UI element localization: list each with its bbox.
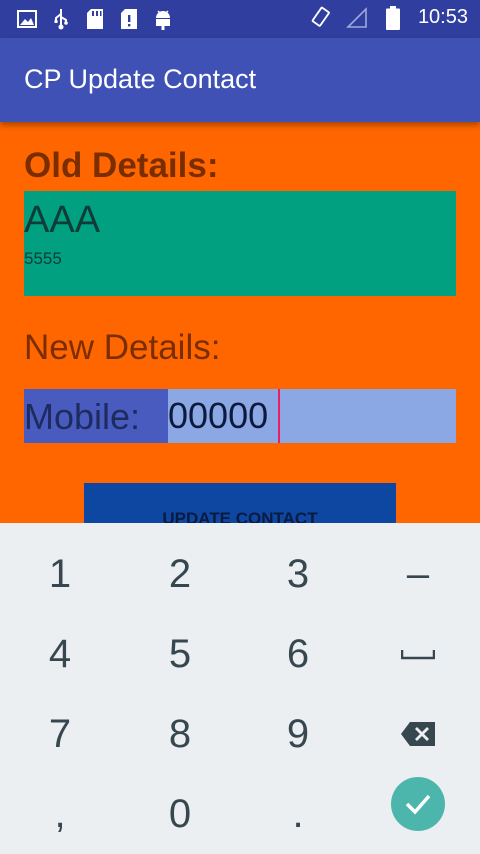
- key-2[interactable]: 2: [120, 534, 240, 614]
- key-3[interactable]: 3: [238, 534, 358, 614]
- status-notification-icons: [16, 8, 174, 30]
- key-1[interactable]: 1: [0, 534, 120, 614]
- mobile-label: Mobile:: [24, 396, 141, 437]
- signal-icon: [346, 6, 368, 29]
- rotate-icon: [310, 6, 332, 29]
- key-6[interactable]: 6: [238, 614, 358, 694]
- android-debug-icon: [152, 8, 174, 30]
- text-cursor: [278, 389, 280, 443]
- app-bar: CP Update Contact: [0, 38, 480, 122]
- old-contact-number: 5555: [24, 249, 62, 268]
- key-0[interactable]: 0: [120, 774, 240, 854]
- key-8[interactable]: 8: [120, 694, 240, 774]
- key-4[interactable]: 4: [0, 614, 120, 694]
- backspace-icon: [401, 722, 435, 746]
- key-5[interactable]: 5: [120, 614, 240, 694]
- sd-card-warning-icon: [118, 8, 140, 30]
- content-area: Old Details: AAA 5555 New Details: Mobil…: [0, 122, 480, 543]
- image-icon: [16, 8, 38, 30]
- key-done[interactable]: [358, 764, 478, 844]
- numeric-keyboard: 1 2 3 – 4 5 6 7 8 9 , 0 .: [0, 523, 480, 854]
- status-bar: 10:53: [0, 0, 480, 38]
- status-system-icons: 10:53: [310, 5, 468, 30]
- mobile-input[interactable]: [168, 389, 448, 443]
- new-details-heading: New Details:: [24, 328, 221, 367]
- space-icon: [401, 650, 435, 660]
- status-time: 10:53: [417, 6, 468, 28]
- key-9[interactable]: 9: [238, 694, 358, 774]
- key-space[interactable]: [358, 614, 478, 694]
- old-contact-name: AAA: [24, 199, 101, 241]
- battery-icon: [382, 5, 404, 30]
- sd-card-icon: [84, 8, 106, 30]
- check-icon: [405, 794, 431, 815]
- done-button[interactable]: [391, 777, 445, 831]
- key-7[interactable]: 7: [0, 694, 120, 774]
- mobile-row: Mobile:: [24, 389, 456, 443]
- usb-icon: [50, 8, 72, 30]
- key-backspace[interactable]: [358, 694, 478, 774]
- key-comma[interactable]: ,: [0, 774, 120, 854]
- app-title: CP Update Contact: [24, 64, 257, 94]
- key-dash[interactable]: –: [358, 534, 478, 614]
- old-details-box: AAA 5555: [24, 191, 456, 296]
- old-details-heading: Old Details:: [24, 146, 219, 185]
- key-period[interactable]: .: [238, 774, 358, 854]
